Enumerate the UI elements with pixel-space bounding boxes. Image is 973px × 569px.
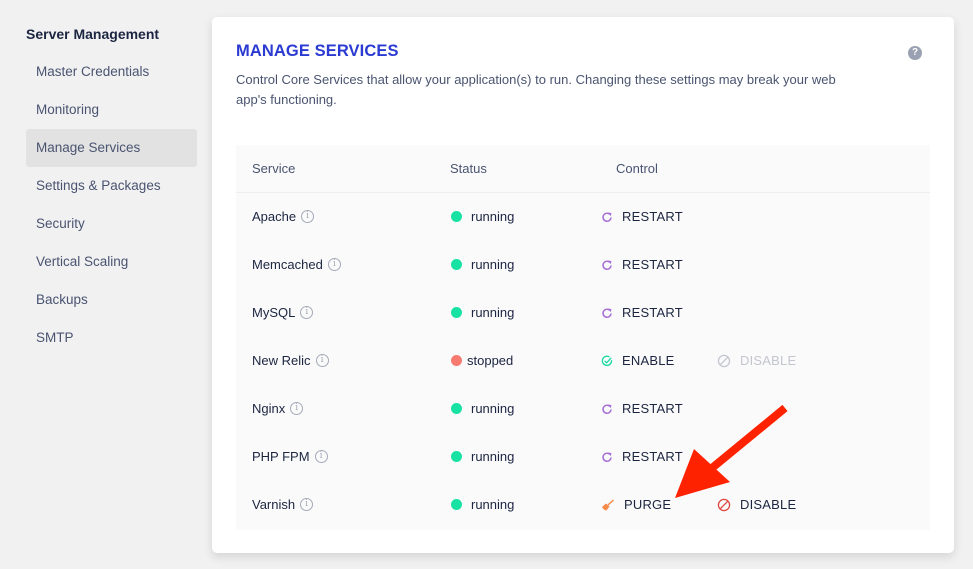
table-row: Nginx i running RESTART	[236, 385, 930, 433]
ban-icon	[717, 498, 740, 512]
status-dot-icon	[451, 307, 462, 318]
action-label: DISABLE	[740, 497, 797, 512]
restart-button[interactable]: RESTART	[601, 209, 683, 224]
check-circle-icon	[601, 355, 622, 367]
status-indicator: running	[451, 401, 514, 416]
table-row: MySQL i running RESTART	[236, 289, 930, 337]
info-icon[interactable]: i	[327, 258, 341, 271]
sidebar-item-master-credentials[interactable]: Master Credentials	[26, 53, 197, 91]
action-label: RESTART	[622, 401, 683, 416]
table-row: Memcached i running RESTART	[236, 241, 930, 289]
service-label: New Relic	[252, 353, 311, 368]
disable-button[interactable]: DISABLE	[717, 353, 796, 368]
service-label: Apache	[252, 209, 297, 224]
sidebar-item-vertical-scaling[interactable]: Vertical Scaling	[26, 243, 197, 281]
service-name: Nginx i	[252, 401, 304, 416]
header-service: Service	[252, 161, 296, 176]
disable-button[interactable]: DISABLE	[717, 497, 796, 512]
info-icon[interactable]: i	[300, 306, 314, 319]
action-label: DISABLE	[740, 353, 797, 368]
status-label: running	[471, 305, 515, 320]
status-dot-icon	[451, 211, 462, 222]
status-indicator: running	[451, 209, 514, 224]
service-name: MySQL i	[252, 305, 314, 320]
header-status: Status	[450, 161, 487, 176]
restart-icon	[601, 307, 622, 319]
action-label: RESTART	[622, 305, 683, 320]
status-label: running	[471, 497, 515, 512]
info-icon[interactable]: i	[301, 210, 315, 223]
table-header: Service Status Control	[236, 145, 930, 193]
service-label: Nginx	[252, 401, 286, 416]
restart-icon	[601, 451, 622, 463]
restart-button[interactable]: RESTART	[601, 305, 683, 320]
ban-icon	[717, 354, 740, 368]
sidebar-item-smtp[interactable]: SMTP	[26, 319, 197, 357]
status-dot-icon	[451, 355, 462, 366]
status-label: running	[471, 209, 515, 224]
service-name: Varnish i	[252, 497, 314, 512]
services-table: Service Status Control Apache i running RES…	[236, 145, 930, 530]
service-label: Varnish	[252, 497, 296, 512]
restart-icon	[601, 403, 622, 415]
restart-icon	[601, 211, 622, 223]
sidebar-item-backups[interactable]: Backups	[26, 281, 197, 319]
status-indicator: running	[451, 257, 514, 272]
page-description: Control Core Services that allow your ap…	[236, 72, 836, 107]
header-control: Control	[616, 161, 658, 176]
sidebar-item-manage-services[interactable]: Manage Services	[26, 129, 197, 167]
restart-icon	[601, 259, 622, 271]
status-label: running	[471, 449, 515, 464]
service-name: New Relic i	[252, 353, 329, 368]
table-row: New Relic i stopped ENABLE DISABLE	[236, 337, 930, 385]
status-indicator: running	[451, 305, 514, 320]
info-icon[interactable]: i	[314, 450, 328, 463]
action-label: ENABLE	[622, 353, 675, 368]
info-icon[interactable]: i	[315, 354, 329, 367]
action-label: RESTART	[622, 449, 683, 464]
status-label: stopped	[467, 353, 514, 368]
table-row: PHP FPM i running RESTART	[236, 433, 930, 481]
restart-button[interactable]: RESTART	[601, 401, 683, 416]
help-icon[interactable]: ?	[908, 46, 922, 60]
service-name: Memcached i	[252, 257, 341, 272]
sidebar-item-security[interactable]: Security	[26, 205, 197, 243]
action-label: RESTART	[622, 257, 683, 272]
status-dot-icon	[451, 403, 462, 414]
restart-button[interactable]: RESTART	[601, 257, 683, 272]
service-name: Apache i	[252, 209, 315, 224]
broom-icon	[601, 498, 624, 511]
status-indicator: running	[451, 497, 514, 512]
sidebar-title: Server Management	[26, 26, 160, 42]
info-icon[interactable]: i	[290, 402, 304, 415]
status-indicator: running	[451, 449, 514, 464]
sidebar-item-monitoring[interactable]: Monitoring	[26, 91, 197, 129]
status-indicator: stopped	[451, 353, 513, 368]
page-title: MANAGE SERVICES	[236, 42, 399, 60]
sidebar: Server Management Master Credentials Moni…	[0, 0, 212, 569]
status-dot-icon	[451, 451, 462, 462]
info-icon[interactable]: i	[300, 498, 314, 511]
sidebar-item-settings-packages[interactable]: Settings & Packages	[26, 167, 197, 205]
status-dot-icon	[451, 499, 462, 510]
restart-button[interactable]: RESTART	[601, 449, 683, 464]
service-label: Memcached	[252, 257, 323, 272]
action-label: PURGE	[624, 497, 672, 512]
manage-services-card: MANAGE SERVICES Control Core Services th…	[212, 17, 954, 553]
purge-button[interactable]: PURGE	[601, 497, 671, 512]
service-label: PHP FPM	[252, 449, 310, 464]
enable-button[interactable]: ENABLE	[601, 353, 675, 368]
service-name: PHP FPM i	[252, 449, 328, 464]
service-label: MySQL	[252, 305, 296, 320]
status-dot-icon	[451, 259, 462, 270]
table-row: Varnish i running PURGE DISABLE	[236, 481, 930, 529]
status-label: running	[471, 401, 515, 416]
action-label: RESTART	[622, 209, 683, 224]
table-row: Apache i running RESTART	[236, 193, 930, 241]
status-label: running	[471, 257, 515, 272]
